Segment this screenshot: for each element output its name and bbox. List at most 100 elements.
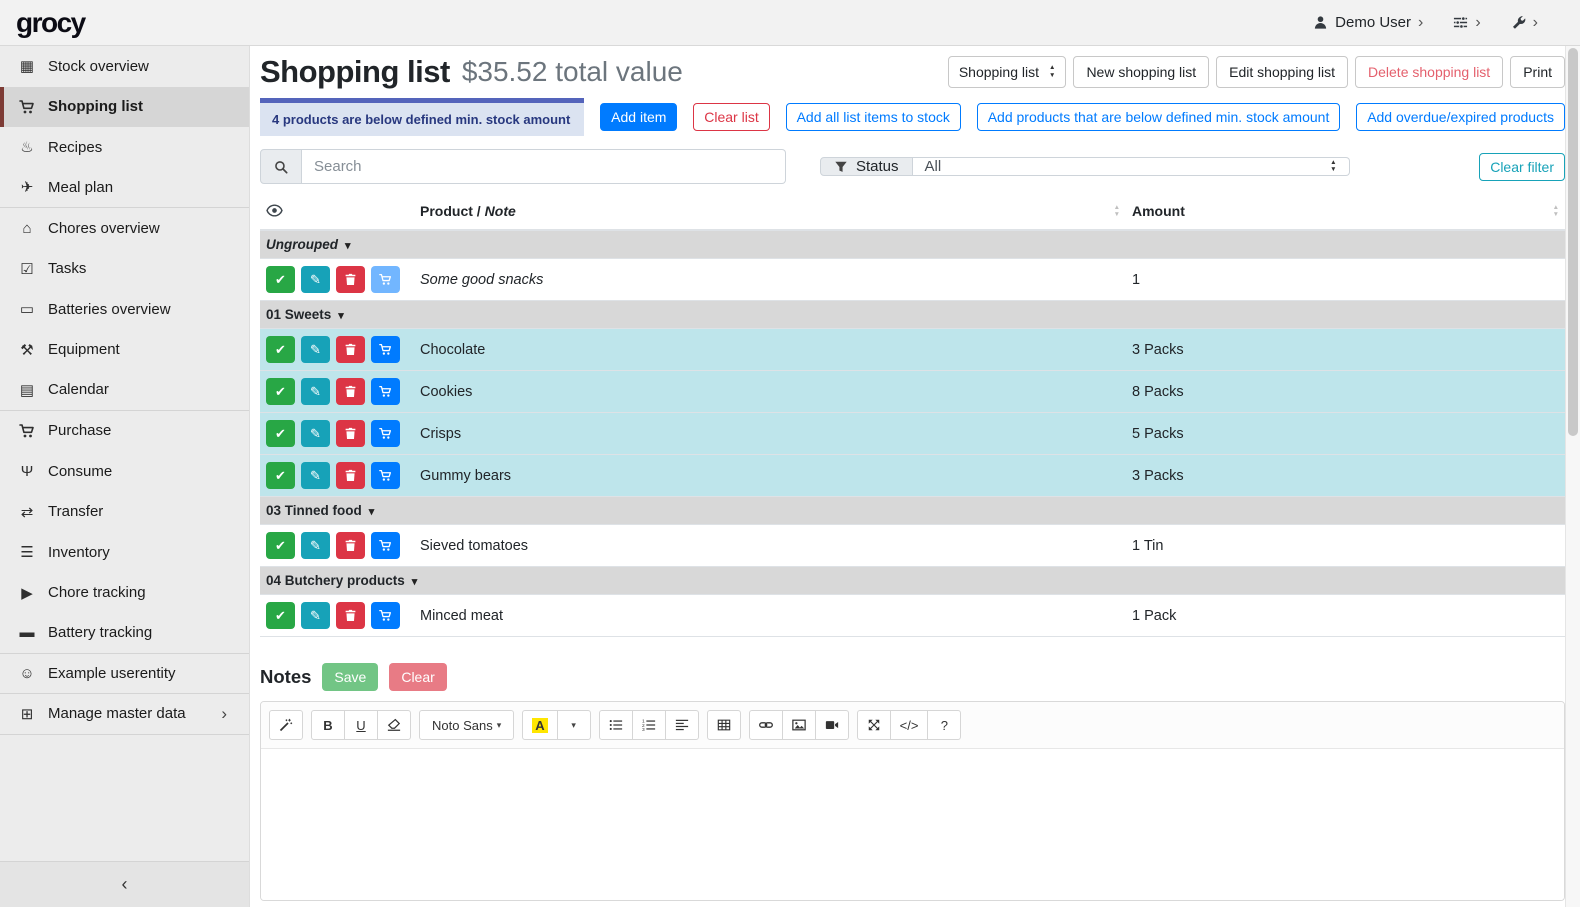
delete-item-button[interactable] bbox=[336, 532, 365, 559]
search-input[interactable] bbox=[302, 149, 786, 184]
sidebar-item-equipment[interactable]: ⚒Equipment bbox=[0, 330, 249, 371]
delete-shopping-list-button[interactable]: Delete shopping list bbox=[1355, 56, 1503, 88]
add-below-min-stock-button[interactable]: Add products that are below defined min.… bbox=[977, 103, 1341, 131]
sidebar-item-consume[interactable]: ΨConsume bbox=[0, 451, 249, 492]
delete-item-button[interactable] bbox=[336, 602, 365, 629]
sidebar-collapse-button[interactable]: ‹ bbox=[0, 861, 249, 907]
codeview-button[interactable]: </> bbox=[890, 710, 929, 740]
edit-item-button[interactable]: ✎ bbox=[301, 532, 330, 559]
sidebar-item-example-userentity[interactable]: ☺Example userentity bbox=[0, 654, 249, 695]
add-to-stock-button[interactable] bbox=[371, 336, 400, 363]
save-notes-button[interactable]: Save bbox=[322, 663, 378, 691]
done-button[interactable]: ✔ bbox=[266, 336, 295, 363]
highlight-color-button[interactable]: A bbox=[522, 710, 557, 740]
search-icon bbox=[274, 160, 288, 174]
done-button[interactable]: ✔ bbox=[266, 532, 295, 559]
add-all-to-stock-button[interactable]: Add all list items to stock bbox=[786, 103, 961, 131]
shopping-list-row: ✔✎Gummy bears3 Packs bbox=[260, 455, 1565, 497]
link-icon[interactable] bbox=[749, 710, 783, 740]
edit-item-button[interactable]: ✎ bbox=[301, 378, 330, 405]
sidebar-item-chore-tracking[interactable]: ▶Chore tracking bbox=[0, 573, 249, 614]
amount-column-header[interactable]: Amount ▲▼ bbox=[1126, 194, 1565, 230]
sidebar-item-recipes[interactable]: ♨Recipes bbox=[0, 127, 249, 168]
add-item-button[interactable]: Add item bbox=[600, 103, 677, 131]
help-button[interactable]: ? bbox=[927, 710, 961, 740]
bold-button[interactable]: B bbox=[311, 710, 345, 740]
new-shopping-list-button[interactable]: New shopping list bbox=[1073, 56, 1209, 88]
product-column-header[interactable]: Product /Note ▲▼ bbox=[414, 194, 1126, 230]
font-family-select[interactable]: Noto Sans▾ bbox=[419, 710, 514, 740]
fullscreen-icon[interactable] bbox=[857, 710, 891, 740]
grocy-logo[interactable]: grocy bbox=[16, 7, 85, 39]
delete-item-button[interactable] bbox=[336, 420, 365, 447]
sidebar-item-shopping-list[interactable]: Shopping list bbox=[0, 87, 249, 128]
color-caret-button[interactable]: ▾ bbox=[557, 710, 591, 740]
magic-icon[interactable] bbox=[269, 710, 303, 740]
done-button[interactable]: ✔ bbox=[266, 602, 295, 629]
clear-list-button[interactable]: Clear list bbox=[693, 103, 769, 131]
print-button[interactable]: Print bbox=[1510, 56, 1565, 88]
table-icon[interactable] bbox=[707, 710, 741, 740]
done-button[interactable]: ✔ bbox=[266, 378, 295, 405]
add-to-stock-button[interactable] bbox=[371, 532, 400, 559]
unordered-list-icon[interactable] bbox=[599, 710, 633, 740]
add-to-stock-button[interactable] bbox=[371, 462, 400, 489]
sidebar-item-chores-overview[interactable]: ⌂Chores overview bbox=[0, 208, 249, 249]
page-title: Shopping list bbox=[260, 54, 450, 90]
video-icon[interactable] bbox=[815, 710, 849, 740]
sidebar-item-calendar[interactable]: ▤Calendar bbox=[0, 370, 249, 411]
product-group-header[interactable]: 04 Butchery products▾ bbox=[260, 567, 1565, 595]
shopping-list-selector[interactable]: Shopping list ▲▼ bbox=[948, 56, 1067, 88]
edit-shopping-list-button[interactable]: Edit shopping list bbox=[1216, 56, 1348, 88]
product-group-header[interactable]: 01 Sweets▾ bbox=[260, 301, 1565, 329]
user-menu[interactable]: Demo User › bbox=[1313, 14, 1423, 31]
image-icon[interactable] bbox=[782, 710, 816, 740]
settings-menu[interactable]: › bbox=[1453, 15, 1480, 31]
eraser-icon[interactable] bbox=[377, 710, 411, 740]
page-scrollbar[interactable] bbox=[1565, 46, 1580, 907]
sidebar-item-meal-plan[interactable]: ✈Meal plan bbox=[0, 168, 249, 209]
delete-item-button[interactable] bbox=[336, 378, 365, 405]
edit-item-button[interactable]: ✎ bbox=[301, 336, 330, 363]
product-group-header[interactable]: Ungrouped▾ bbox=[260, 230, 1565, 259]
delete-item-button[interactable] bbox=[336, 266, 365, 293]
edit-item-button[interactable]: ✎ bbox=[301, 602, 330, 629]
edit-item-button[interactable]: ✎ bbox=[301, 462, 330, 489]
sidebar-item-manage-master-data[interactable]: ⊞Manage master data› bbox=[0, 694, 249, 735]
edit-item-button[interactable]: ✎ bbox=[301, 266, 330, 293]
clear-notes-button[interactable]: Clear bbox=[389, 663, 446, 691]
underline-button[interactable]: U bbox=[344, 710, 378, 740]
delete-item-button[interactable] bbox=[336, 336, 365, 363]
sidebar-item-inventory[interactable]: ☰Inventory bbox=[0, 532, 249, 573]
visibility-column-header[interactable] bbox=[260, 194, 414, 230]
add-to-stock-button[interactable] bbox=[371, 602, 400, 629]
edit-item-button[interactable]: ✎ bbox=[301, 420, 330, 447]
amount-cell: 1 bbox=[1126, 259, 1565, 301]
editor-content[interactable] bbox=[261, 749, 1564, 901]
paragraph-align-icon[interactable] bbox=[665, 710, 699, 740]
add-to-stock-button[interactable] bbox=[371, 266, 400, 293]
sidebar-item-battery-tracking[interactable]: ▬Battery tracking bbox=[0, 613, 249, 654]
clear-filter-button[interactable]: Clear filter bbox=[1479, 153, 1565, 181]
done-button[interactable]: ✔ bbox=[266, 266, 295, 293]
sidebar-item-tasks[interactable]: ☑Tasks bbox=[0, 249, 249, 290]
sidebar-item-batteries-overview[interactable]: ▭Batteries overview bbox=[0, 289, 249, 330]
admin-menu[interactable]: › bbox=[1511, 15, 1538, 31]
utensils-icon: Ψ bbox=[15, 463, 39, 480]
sidebar-item-stock-overview[interactable]: ▦Stock overview bbox=[0, 46, 249, 87]
ordered-list-icon[interactable] bbox=[632, 710, 666, 740]
status-select[interactable]: All ▲▼ bbox=[913, 157, 1350, 176]
scrollbar-thumb[interactable] bbox=[1568, 48, 1578, 436]
done-button[interactable]: ✔ bbox=[266, 462, 295, 489]
done-button[interactable]: ✔ bbox=[266, 420, 295, 447]
product-group-header[interactable]: 03 Tinned food▾ bbox=[260, 497, 1565, 525]
sidebar-item-purchase[interactable]: Purchase bbox=[0, 411, 249, 452]
user-name: Demo User bbox=[1335, 14, 1411, 31]
add-overdue-button[interactable]: Add overdue/expired products bbox=[1356, 103, 1565, 131]
add-to-stock-button[interactable] bbox=[371, 378, 400, 405]
sidebar-item-transfer[interactable]: ⇄Transfer bbox=[0, 492, 249, 533]
min-stock-alert[interactable]: 4 products are below defined min. stock … bbox=[260, 98, 584, 136]
add-to-stock-button[interactable] bbox=[371, 420, 400, 447]
delete-item-button[interactable] bbox=[336, 462, 365, 489]
pencil-icon: ✎ bbox=[310, 343, 321, 356]
